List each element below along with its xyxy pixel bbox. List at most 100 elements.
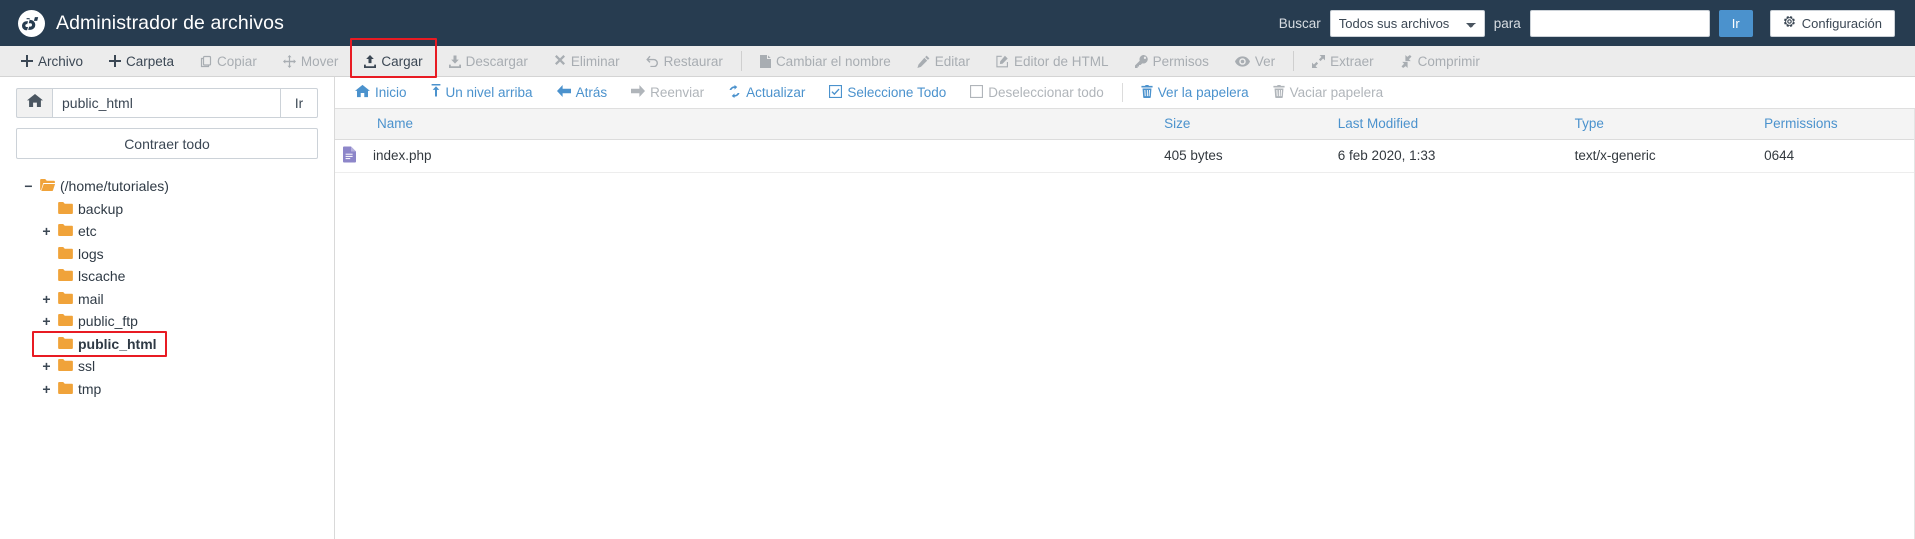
table-row[interactable]: index.php 405 bytes 6 feb 2020, 1:33 text/x… [335,139,1914,173]
path-input[interactable] [52,88,280,118]
folder-icon [58,336,73,352]
tree-item-mail[interactable]: + mail [16,288,318,311]
header-search-area: Buscar Todos sus archivos para Ir Config… [1278,9,1895,37]
path-go-button[interactable]: Ir [280,88,318,118]
tree-item-hometutoriales[interactable]: − (/home/tutoriales) [16,175,318,198]
tree-toggle[interactable]: + [40,382,53,396]
toolbar-button-comprimir: Comprimir [1387,46,1493,77]
toolbar-button-permisos: Permisos [1122,46,1222,77]
back-arrow-icon [556,85,571,100]
up-arrow-icon [431,84,441,101]
tree-item-tmp[interactable]: + tmp [16,378,318,401]
toolbar-button-restaurar: Restaurar [633,46,736,77]
tree-item-etc[interactable]: + etc [16,220,318,243]
column-header-permissions[interactable]: Permissions [1756,109,1914,140]
folder-icon [58,313,73,329]
column-header-modified[interactable]: Last Modified [1329,109,1567,140]
nav-button-label: Actualizar [746,85,806,100]
file-table-body: index.php 405 bytes 6 feb 2020, 1:33 text/x… [335,139,1914,173]
nav-button-un-nivel-arriba[interactable]: Un nivel arriba [419,77,545,109]
page-title: Administrador de archivos [56,11,284,34]
file-name-label: index.php [373,148,432,163]
tree-item-public_html[interactable]: +public_html [16,333,318,356]
tree-item-ssl[interactable]: + ssl [16,355,318,378]
toolbar-button-label: Cargar [381,53,423,69]
toolbar-button-label: Permisos [1152,53,1209,69]
trash-icon [1273,84,1285,101]
toolbar-button-carpeta[interactable]: Carpeta [96,46,187,77]
file-icon [759,54,771,68]
cell-size: 405 bytes [1156,139,1330,173]
toolbar-button-editor-de-html: Editor de HTML [983,46,1122,77]
tree-item-backup[interactable]: +backup [16,198,318,221]
key-icon [1134,54,1148,68]
toolbar-button-label: Ver [1254,53,1276,69]
column-header-name[interactable]: Name [335,109,1157,140]
folder-icon [58,381,73,397]
toolbar-separator [1293,51,1295,71]
toolbar-button-label: Archivo [38,53,84,69]
tree-item-label: lscache [78,268,126,285]
toolbar-button-cargar[interactable]: Cargar [351,46,435,77]
gear-icon [1783,15,1796,31]
forward-arrow-icon [631,85,646,100]
tree-toggle[interactable]: + [40,224,53,238]
cell-name[interactable]: index.php [335,139,1157,173]
nav-button-seleccione-todo[interactable]: Seleccione Todo [817,77,958,109]
toolbar-button-editar: Editar [904,46,983,77]
nav-button-ver-la-papelera[interactable]: Ver la papelera [1129,77,1261,109]
tree-item-label: ssl [78,358,96,375]
tree-item-lscache[interactable]: +lscache [16,265,318,288]
settings-button[interactable]: Configuración [1769,9,1895,37]
collapse-all-button[interactable]: Contraer todo [16,128,318,159]
tree-item-public_ftp[interactable]: + public_ftp [16,310,318,333]
expand-icon [1312,54,1326,68]
nav-button-label: Deseleccionar todo [988,85,1104,100]
cpanel-logo-icon [18,9,45,37]
nav-button-label: Atrás [575,85,608,100]
trash-icon [1141,84,1153,101]
table-header-row: Name Size Last Modified Type Permissions [335,109,1914,140]
nav-button-reenviar: Reenviar [619,77,716,109]
nav-button-label: Ver la papelera [1157,85,1249,100]
path-navigation-row: Ir [16,88,318,118]
nav-button-label: Un nivel arriba [445,85,533,100]
nav-button-inicio[interactable]: Inicio [343,77,419,109]
cell-permissions: 0644 [1756,139,1914,173]
nav-button-label: Vaciar papelera [1289,85,1384,100]
tree-item-label: backup [78,200,124,217]
home-icon [355,84,370,101]
upload-icon [364,54,377,68]
file-table-header: Name Size Last Modified Type Permissions [335,109,1914,140]
tree-toggle[interactable]: − [22,179,35,193]
search-scope-select[interactable]: Todos sus archivos [1329,9,1485,37]
toolbar-button-label: Extraer [1330,53,1374,69]
compress-icon [1400,54,1413,68]
path-home-button[interactable] [16,88,52,118]
toolbar-button-mover: Mover [270,46,352,77]
column-header-size[interactable]: Size [1156,109,1330,140]
toolbar-button-descargar: Descargar [436,46,541,77]
tree-toggle[interactable]: + [40,359,53,373]
search-label: Buscar [1278,15,1321,31]
nav-button-actualizar[interactable]: Actualizar [716,77,817,109]
copy-icon [200,55,212,68]
tree-toggle[interactable]: + [40,292,53,306]
nav-button-atr-s[interactable]: Atrás [545,77,620,109]
app-header: Administrador de archivos Buscar Todos s… [0,0,1915,46]
search-go-button[interactable]: Ir [1718,9,1753,37]
tree-item-logs[interactable]: +logs [16,243,318,266]
nav-button-deseleccionar-todo: Deseleccionar todo [958,77,1116,109]
tree-toggle[interactable]: + [40,314,53,328]
php-file-icon [343,146,356,165]
toolbar-button-eliminar: Eliminar [541,46,633,77]
search-input[interactable] [1529,9,1710,37]
toolbar-button-archivo[interactable]: Archivo [8,46,96,77]
file-pane: Inicio Un nivel arriba Atrás Reenviar Actual… [335,77,1915,539]
refresh-icon [728,84,741,101]
brand: Administrador de archivos [18,9,284,37]
cell-last-modified: 6 feb 2020, 1:33 [1329,139,1567,173]
file-navigation-bar: Inicio Un nivel arriba Atrás Reenviar Actual… [335,77,1915,109]
download-icon [448,55,461,68]
column-header-type[interactable]: Type [1566,109,1757,140]
